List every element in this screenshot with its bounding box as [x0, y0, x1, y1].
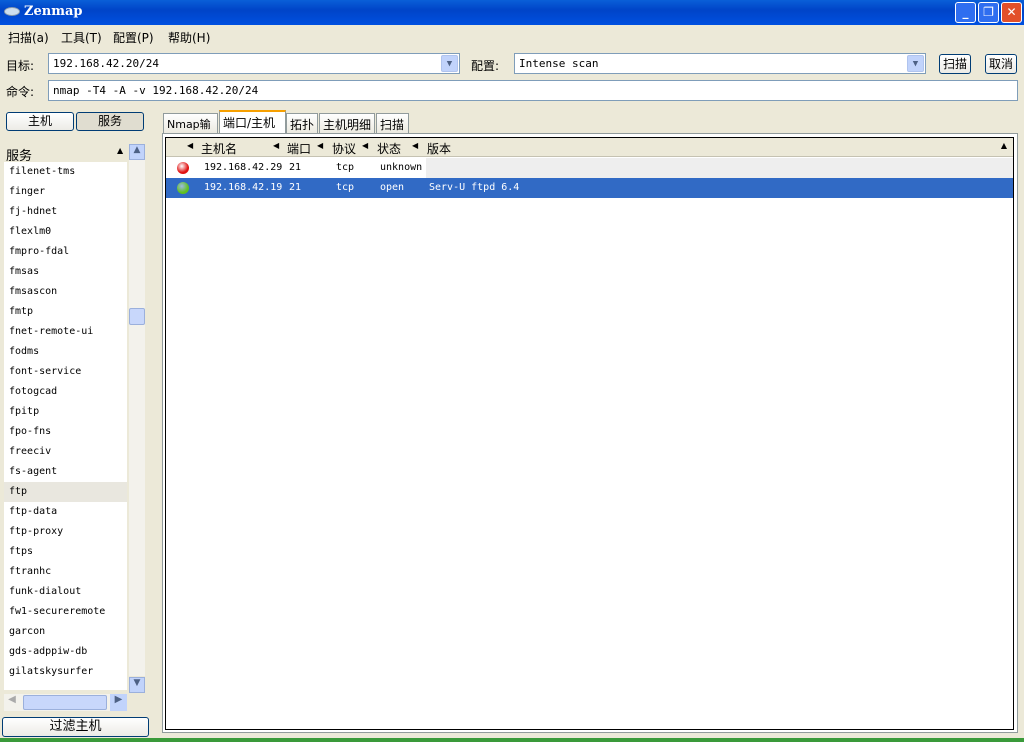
minimize-button[interactable]: _ [955, 2, 976, 23]
zenmap-eye-icon [4, 7, 20, 16]
sort-arrow-icon: ◀ [273, 141, 280, 150]
hosts-button[interactable]: 主机 [6, 112, 74, 131]
sort-arrow-icon: ◀ [317, 141, 324, 150]
restore-button[interactable]: ❐ [978, 2, 999, 23]
tab-host-details[interactable]: 主机明细 [319, 113, 375, 133]
services-list: filenet-tms finger fj-hdnet flexlm0 fmpro-fd… [4, 162, 127, 690]
service-item[interactable]: gds-adppiw-db [4, 642, 127, 662]
service-item[interactable]: freeciv [4, 442, 127, 462]
target-label: 目标: [6, 59, 35, 73]
column-host[interactable]: 主机名 [201, 140, 237, 157]
service-item[interactable]: finger [4, 182, 127, 202]
menu-profile[interactable]: 配置(P) [113, 29, 154, 46]
service-item[interactable]: fs-agent [4, 462, 127, 482]
service-item[interactable]: gilatskysurfer [4, 662, 127, 682]
menu-bar: 扫描(a) 工具(T) 配置(P) 帮助(H) [0, 25, 1024, 47]
chevron-down-icon[interactable]: ▼ [907, 55, 924, 72]
table-row[interactable]: 192.168.42.19 21 tcp open Serv-U ftpd 6.4 [166, 178, 1013, 198]
sort-up-icon: ▲ [117, 146, 124, 155]
filter-hosts-button[interactable]: 过滤主机 [2, 717, 149, 737]
service-item[interactable]: fj-hdnet [4, 202, 127, 222]
cell-port: 21 [289, 182, 302, 193]
chevron-down-icon[interactable]: ▼ [441, 55, 458, 72]
host-status-icon [177, 162, 189, 174]
column-version[interactable]: 版本 [427, 140, 451, 157]
cell-state: open [380, 182, 405, 193]
service-item[interactable]: fpo-fns [4, 422, 127, 442]
target-value: 192.168.42.20/24 [53, 57, 159, 70]
service-item[interactable]: filenet-tms [4, 162, 127, 182]
scroll-down-button[interactable]: ▼ [129, 677, 145, 693]
service-item[interactable]: garcon [4, 622, 127, 642]
profile-select[interactable]: Intense scan ▼ [514, 53, 926, 74]
service-item[interactable]: ftp-data [4, 502, 127, 522]
service-item[interactable]: fodms [4, 342, 127, 362]
sort-arrow-icon: ◀ [412, 141, 419, 150]
cancel-button[interactable]: 取消 [985, 54, 1017, 74]
close-button[interactable]: ✕ [1001, 2, 1022, 23]
service-item[interactable]: fpitp [4, 402, 127, 422]
column-state[interactable]: 状态 [377, 140, 401, 157]
command-input[interactable]: nmap -T4 -A -v 192.168.42.20/24 [48, 80, 1018, 101]
cell-host: 192.168.42.19 [204, 182, 283, 193]
scroll-up-button[interactable]: ▲ [129, 144, 145, 160]
sort-arrow-icon: ◀ [187, 141, 194, 150]
services-button[interactable]: 服务 [76, 112, 144, 131]
command-label: 命令: [6, 85, 35, 99]
service-item[interactable]: flexlm0 [4, 222, 127, 242]
vertical-scrollbar[interactable] [129, 160, 145, 676]
service-item[interactable]: ftp-proxy [4, 522, 127, 542]
hscroll-thumb[interactable] [23, 695, 107, 710]
cell-host: 192.168.42.29 [204, 162, 283, 173]
column-port[interactable]: 端口 [287, 140, 311, 157]
column-protocol[interactable]: 协议 [332, 140, 356, 157]
scan-button[interactable]: 扫描 [939, 54, 971, 74]
service-item[interactable]: font-service [4, 362, 127, 382]
menu-scan[interactable]: 扫描(a) [8, 29, 49, 46]
scroll-thumb[interactable] [129, 308, 145, 325]
service-item[interactable]: fnet-remote-ui [4, 322, 127, 342]
sort-arrow-icon: ◀ [362, 141, 369, 150]
service-item[interactable]: ftp [4, 482, 127, 502]
menu-tools[interactable]: 工具(T) [61, 29, 102, 46]
tab-nmap-output[interactable]: Nmap输出 [163, 113, 218, 147]
service-item[interactable]: fw1-secureremote [4, 602, 127, 622]
profile-label: 配置: [471, 59, 500, 73]
ports-hosts-panel: ◀ 主机名 ◀ 端口 ◀ 协议 ◀ 状态 ◀ 版本 ▲ 192.168.42.2… [162, 133, 1018, 733]
service-item[interactable]: fotogcad [4, 382, 127, 402]
cell-protocol: tcp [336, 182, 355, 193]
tab-ports-hosts[interactable]: 端口/主机 [219, 110, 286, 134]
scroll-left-button[interactable]: ◀ [4, 694, 20, 711]
menu-help[interactable]: 帮助(H) [168, 29, 210, 46]
service-item[interactable]: fmsascon [4, 282, 127, 302]
table-header: ◀ 主机名 ◀ 端口 ◀ 协议 ◀ 状态 ◀ 版本 ▲ [166, 138, 1013, 157]
sort-up-icon: ▲ [1000, 141, 1007, 150]
target-input[interactable]: 192.168.42.20/24 ▼ [48, 53, 460, 74]
cell-protocol: tcp [336, 162, 355, 173]
horizontal-scrollbar[interactable]: ◀ ▶ [4, 694, 127, 711]
ports-table: ◀ 主机名 ◀ 端口 ◀ 协议 ◀ 状态 ◀ 版本 ▲ 192.168.42.2… [165, 137, 1014, 730]
service-item[interactable]: fmtp [4, 302, 127, 322]
taskbar-edge [0, 738, 1024, 742]
host-status-icon [177, 182, 189, 194]
profile-value: Intense scan [519, 57, 599, 70]
tab-topology[interactable]: 拓扑 [286, 113, 318, 133]
service-item[interactable]: ftranhc [4, 562, 127, 582]
service-item[interactable]: fmpro-fdal [4, 242, 127, 262]
tab-scans[interactable]: 扫描 [376, 113, 409, 133]
service-item[interactable]: funk-dialout [4, 582, 127, 602]
title-bar: Zenmap _ ❐ ✕ [0, 0, 1024, 25]
scroll-right-button[interactable]: ▶ [110, 694, 127, 711]
service-item[interactable]: fmsas [4, 262, 127, 282]
window-title: Zenmap [24, 4, 83, 19]
cell-version: Serv-U ftpd 6.4 [429, 182, 520, 193]
table-row[interactable]: 192.168.42.29 21 tcp unknown [166, 158, 1013, 178]
cell-port: 21 [289, 162, 302, 173]
service-item[interactable]: ftps [4, 542, 127, 562]
cell-state: unknown [380, 162, 423, 173]
